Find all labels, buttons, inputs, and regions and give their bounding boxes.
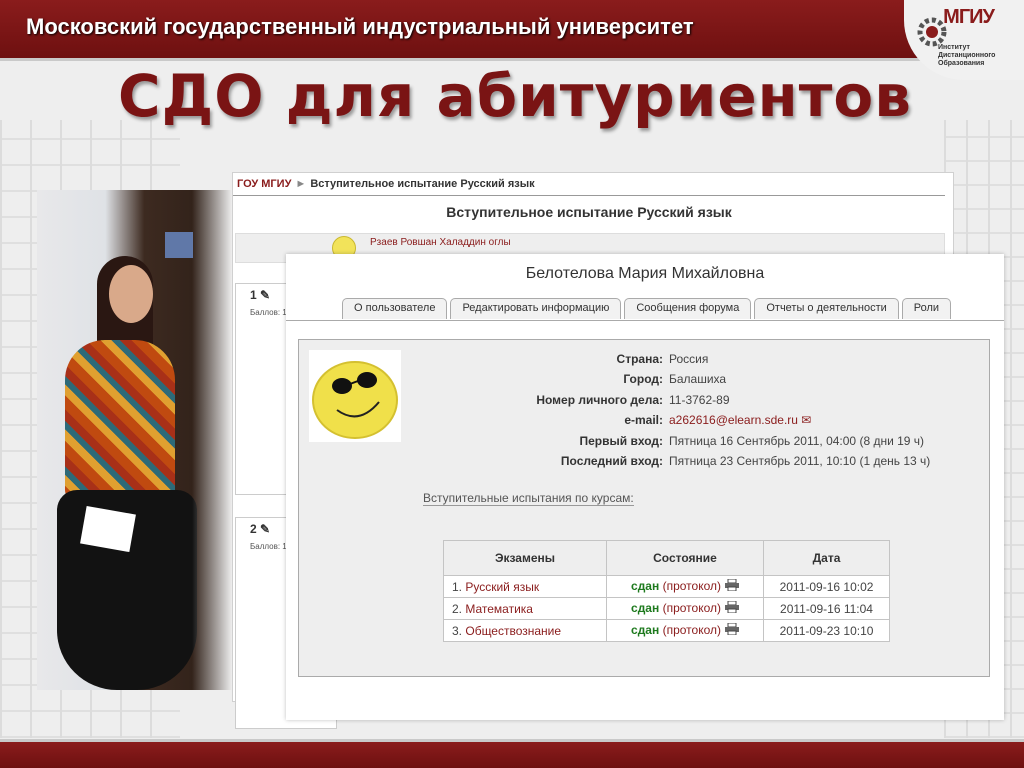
field-email: e-mail: a262616@elearn.sde.ru ✉ [419,413,959,429]
field-last-access: Последний вход: Пятница 23 Сентябрь 2011… [419,454,959,470]
field-value: Пятница 16 Сентябрь 2011, 04:00 (8 дни 1… [669,434,925,448]
status-passed: сдан [631,623,660,637]
profile-window: Белотелова Мария Михайловна О пользовате… [286,254,1004,720]
course-link[interactable]: Русский язык [465,580,539,594]
email-text[interactable]: a262616@elearn.sde.ru [669,413,798,427]
question-number: 2 ✎ [250,522,270,536]
table-header-row: Экзамены Состояние Дата [443,540,890,576]
logo-line: Образования [938,60,985,67]
logo-line: Дистанционного [938,52,996,59]
breadcrumb-divider [233,195,945,196]
field-first-access: Первый вход: Пятница 16 Сентябрь 2011, 0… [419,434,959,450]
question-score: Баллов: 1 [250,542,287,551]
tab-divider [286,320,1004,321]
breadcrumb-arrow-icon: ► [295,178,307,190]
exam-date: 2011-09-16 10:02 [763,575,890,598]
exam-course: 2. Математика [443,597,607,620]
door-sign [165,232,193,258]
course-link[interactable]: Математика [465,602,533,616]
applicant-photo [37,190,232,690]
photo-blouse [65,340,175,500]
profile-panel: Страна: Россия Город: Балашиха Номер лич… [298,339,990,677]
field-country: Страна: Россия [419,352,959,368]
avatar [309,350,401,442]
printer-icon[interactable] [724,578,739,594]
question-number: 1 ✎ [250,288,270,302]
status-passed: сдан [631,601,660,615]
course-link[interactable]: Обществознание [465,624,561,638]
field-value: Балашиха [669,372,727,386]
photo-fade [192,190,232,690]
field-label: Первый вход: [579,434,663,448]
column-header: Дата [763,540,890,576]
question-number-text: 2 [250,522,257,536]
field-value: Пятница 23 Сентябрь 2011, 10:10 (1 день … [669,454,931,468]
exam-date: 2011-09-16 11:04 [763,597,890,620]
exam-date: 2011-09-23 10:10 [763,619,890,642]
question-number-text: 1 [250,288,257,302]
exam-status: сдан (протокол) [606,575,764,598]
profile-title: Белотелова Мария Михайловна [525,265,765,282]
photo-head [109,265,153,323]
breadcrumb: ГОУ МГИУ ► Вступительное испытание Русский… [237,178,535,190]
column-header: Экзамены [443,540,607,576]
field-label: Последний вход: [560,454,663,468]
tab-forum-posts[interactable]: Сообщения форума [624,298,752,319]
logo-abbr: МГИУ [943,6,995,28]
field-label: Страна: [616,352,663,366]
status-passed: сдан [631,579,660,593]
field-value: 11-3762-89 [669,393,730,407]
field-label: Город: [623,372,663,386]
exam-course: 3. Обществознание [443,619,607,642]
field-value: Россия [669,352,709,366]
smiley-avatar-icon [312,361,398,439]
profile-tabs: О пользователе Редактировать информацию … [342,298,952,319]
table-row: 3. Обществознание сдан (протокол) 2011-0… [443,619,890,642]
protocol-link[interactable]: (протокол) [663,579,721,593]
protocol-link[interactable]: (протокол) [663,623,721,637]
tab-edit-info[interactable]: Редактировать информацию [450,298,622,319]
tab-activity-reports[interactable]: Отчеты о деятельности [754,298,899,319]
printer-icon[interactable] [724,600,739,616]
field-city: Город: Балашиха [419,372,959,388]
tab-roles[interactable]: Роли [901,298,952,319]
student-name-link[interactable]: Рзаев Ровшан Халаддин оглы [370,237,511,248]
exams-table: Экзамены Состояние Дата 1. Русский язык … [443,540,890,642]
row-number: 3. [452,623,463,638]
protocol-link[interactable]: (протокол) [663,601,721,615]
logo-caption: Институт Дистанционного Образования [938,44,1008,68]
logo-line: Институт [938,44,970,51]
header-bar: Московский государственный индустриальны… [0,0,1024,61]
breadcrumb-root-link[interactable]: ГОУ МГИУ [237,178,291,190]
table-row: 2. Математика сдан (протокол) 2011-09-16… [443,597,890,620]
field-file-number: Номер личного дела: 11-3762-89 [419,393,959,409]
exam-status: сдан (протокол) [606,597,764,620]
tab-about-user[interactable]: О пользователе [342,298,448,319]
email-link[interactable]: a262616@elearn.sde.ru ✉ [669,413,811,427]
column-header: Состояние [606,540,764,576]
courses-link[interactable]: Вступительные испытания по курсам: [423,491,634,506]
row-number: 1. [452,579,463,594]
exam-status: сдан (протокол) [606,619,764,642]
table-row: 1. Русский язык сдан (протокол) 2011-09-… [443,575,890,598]
test-title: Вступительное испытание Русский язык [446,204,732,220]
field-label: Номер личного дела: [536,393,663,407]
exam-course: 1. Русский язык [443,575,607,598]
edit-pencil-icon[interactable]: ✎ [260,288,270,302]
field-label: e-mail: [624,413,663,427]
envelope-icon[interactable]: ✉ [801,413,811,427]
slide-title: СДО для абитуриентов [118,62,912,130]
row-number: 2. [452,601,463,616]
printer-icon[interactable] [724,622,739,638]
edit-pencil-icon[interactable]: ✎ [260,522,270,536]
breadcrumb-current: Вступительное испытание Русский язык [310,178,535,190]
footer-bar [0,739,1024,768]
question-score: Баллов: 1 [250,308,287,317]
university-name: Московский государственный индустриальны… [26,14,694,39]
university-logo: МГИУ Институт Дистанционного Образования [904,0,1024,80]
